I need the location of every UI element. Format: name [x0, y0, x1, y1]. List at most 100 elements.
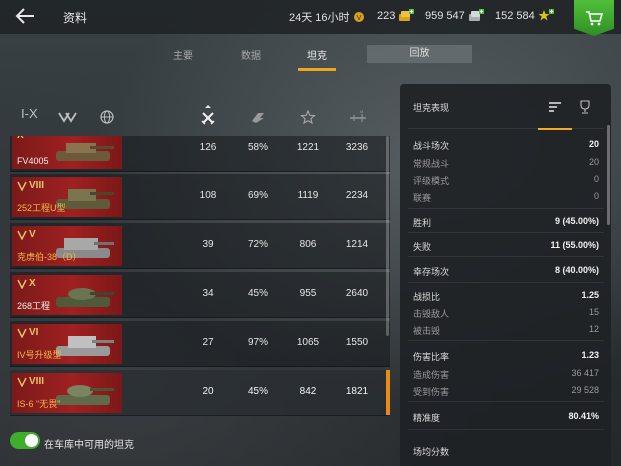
silver-balance[interactable]: 959 547 — [425, 9, 484, 22]
stat-regular: 常规战斗 20 — [413, 157, 599, 169]
crossed-swords-icon — [201, 105, 215, 125]
tank-thumbnail: V 克虏伯-38（D） — [12, 226, 122, 266]
tank-type-filter[interactable] — [53, 104, 83, 130]
top-bar: 资料 24天 16小时 V 223 959 547 152 584 — [0, 0, 621, 36]
battles-cell: 39 — [202, 239, 214, 250]
star-icon — [538, 9, 554, 21]
divider — [408, 282, 604, 283]
stat-destroyed: 击毁敌人 15 — [413, 307, 599, 319]
tank-image — [56, 288, 114, 307]
avg-damage-cell: 1065 — [296, 337, 320, 348]
free-xp-balance[interactable]: 152 584 — [495, 9, 554, 22]
tab-tanks[interactable]: 坦克 — [298, 47, 336, 71]
winrate-cell: 58% — [247, 142, 268, 153]
battles-cell: 34 — [202, 288, 214, 299]
gold-balance[interactable]: 223 — [377, 9, 415, 22]
tank-performance-panel: 坦克表现 战斗场次 20 常规战斗 20 评级模式 0 联赛 0 胜利 9 (45.00%… — [400, 84, 611, 466]
avg-damage-cell: 1119 — [297, 190, 319, 201]
cart-icon — [586, 11, 603, 26]
tier-badge: V — [17, 229, 36, 240]
stat-wins: 胜利 9 (45.00%) — [413, 216, 599, 228]
avg-damage-cell: 806 — [299, 239, 317, 250]
stat-battles: 战斗场次 20 — [413, 139, 599, 151]
stat-accuracy: 精准度 80.41% — [413, 411, 599, 423]
tank-row[interactable]: X 268工程 34 45% 955 2640 — [10, 272, 390, 318]
gun-damage-icon: M — [350, 109, 366, 122]
stat-league: 联赛 0 — [413, 191, 599, 203]
stat-killed: 被击毁 12 — [413, 324, 599, 336]
awards-view-button[interactable] — [574, 96, 596, 118]
avg-damage-cell: 1221 — [296, 142, 320, 153]
sort-battles-column[interactable] — [193, 100, 223, 130]
max-damage-cell: 2234 — [345, 190, 369, 201]
winrate-cell: 97% — [247, 337, 268, 348]
battles-cell: 27 — [202, 337, 214, 348]
gold-amount: 223 — [377, 9, 396, 22]
free-xp-amount: 152 584 — [495, 9, 535, 22]
tank-name: 268工程 — [17, 301, 51, 311]
nation-filter[interactable] — [92, 104, 122, 130]
tier-badge: VIII — [17, 376, 44, 387]
table-scrollbar[interactable] — [386, 136, 389, 336]
tab-replays[interactable]: 回放 — [367, 45, 472, 63]
shop-cart-button[interactable] — [574, 0, 614, 36]
divider — [408, 128, 604, 129]
tank-name: 克虏伯-38（D） — [17, 252, 82, 262]
tank-thumbnail: X 268工程 — [12, 275, 122, 315]
available-tanks-toggle[interactable] — [10, 432, 40, 449]
winrate-cell: 72% — [247, 239, 268, 250]
tier-filter[interactable]: I-X — [21, 106, 38, 121]
tank-row-selected[interactable]: VIII IS-6 "无畏" 20 45% 842 1821 — [10, 370, 390, 416]
stat-avg-score: 场均分数 — [413, 447, 450, 457]
winrate-cell: 69% — [247, 190, 268, 201]
tank-thumbnail: VIII IS-6 "无畏" — [12, 373, 122, 413]
tank-row[interactable]: VI IV号升级型 27 97% 1065 1550 — [10, 321, 390, 367]
tank-class-icon — [58, 112, 77, 123]
svg-text:V: V — [356, 15, 361, 22]
battles-cell: 108 — [199, 190, 217, 201]
tank-list: X FV4005 126 58% 1221 3236 VIII 252工程U型 … — [10, 136, 390, 419]
premium-icon: V — [353, 12, 364, 22]
tab-data[interactable]: 数据 — [233, 47, 269, 71]
tier-emblem-icon — [17, 377, 27, 387]
tank-row[interactable]: VIII 252工程U型 108 69% 1119 2234 — [10, 174, 390, 220]
max-damage-cell: 2640 — [345, 288, 369, 299]
tab-main[interactable]: 主要 — [165, 47, 201, 71]
stat-survived: 幸存场次 8 (40.00%) — [413, 265, 599, 277]
stat-rating: 评级模式 0 — [413, 174, 599, 186]
divider — [408, 401, 604, 402]
tank-row[interactable]: V 克虏伯-38（D） 39 72% 806 1214 — [10, 223, 390, 269]
winrate-icon — [252, 113, 264, 123]
tank-thumbnail: X FV4005 — [12, 136, 122, 169]
avg-damage-cell: 842 — [299, 386, 317, 397]
tank-name: FV4005 — [17, 156, 49, 166]
max-damage-cell: 3236 — [345, 142, 369, 153]
stat-kd: 战损比 1.25 — [413, 290, 599, 302]
toggle-knob — [25, 434, 38, 447]
stats-view-button[interactable] — [538, 96, 572, 130]
globe-icon — [100, 110, 114, 124]
tier-badge: VIII — [17, 180, 44, 191]
svg-text:M: M — [360, 109, 363, 114]
arrow-left-icon — [15, 8, 34, 24]
divider — [408, 429, 604, 430]
tank-row[interactable]: X FV4005 126 58% 1221 3236 — [10, 136, 390, 172]
stat-damage-dealt: 造成伤害 36 417 — [413, 368, 599, 380]
star-outline-icon — [300, 110, 316, 124]
tier-emblem-icon — [17, 328, 27, 338]
timer-text: 24天 16小时 — [289, 12, 350, 24]
stat-damage-received: 受到伤害 29 528 — [413, 385, 599, 397]
tank-image — [56, 143, 114, 161]
sort-avg-damage-column[interactable] — [293, 104, 323, 130]
tank-thumbnail: VI IV号升级型 — [12, 324, 122, 364]
battles-cell: 126 — [199, 142, 217, 153]
tank-name: IV号升级型 — [17, 350, 62, 360]
panel-scrollbar[interactable] — [607, 125, 610, 225]
available-tanks-label: 在车库中可用的坦克 — [44, 440, 134, 451]
tank-name: IS-6 "无畏" — [17, 399, 61, 409]
sort-max-damage-column[interactable]: M — [343, 104, 373, 130]
gold-icon — [399, 9, 415, 21]
battles-cell: 20 — [202, 386, 214, 397]
sort-winrate-column[interactable] — [243, 104, 273, 130]
back-button[interactable] — [14, 6, 38, 26]
